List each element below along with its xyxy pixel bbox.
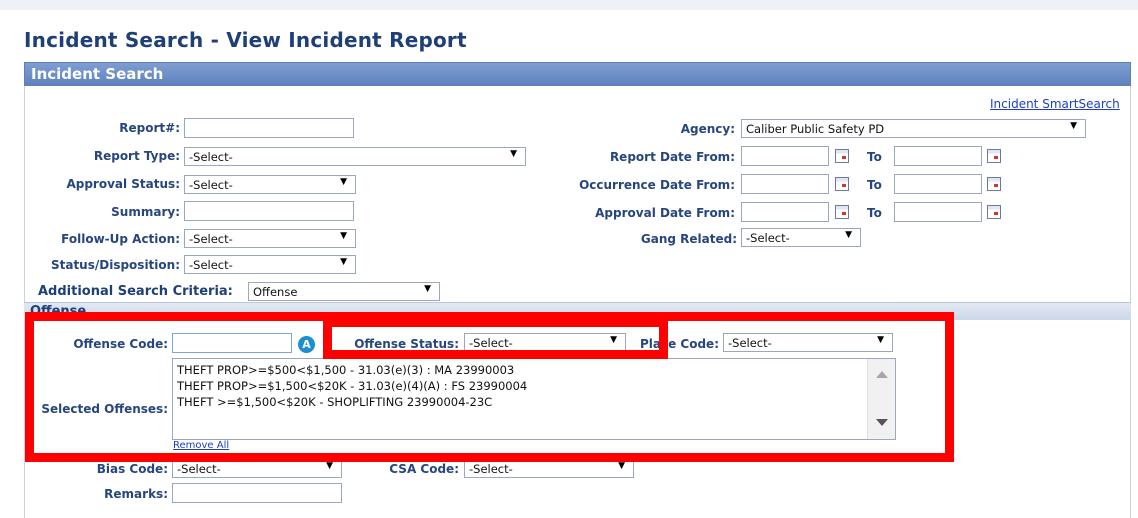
report-date-from-input[interactable] <box>741 146 829 166</box>
calendar-icon[interactable] <box>835 205 849 219</box>
report-type-label: Report Type: <box>93 149 180 163</box>
occurrence-date-from-input[interactable] <box>741 174 829 194</box>
approval-status-value: -Select- <box>189 178 233 192</box>
report-no-label: Report#: <box>119 121 180 135</box>
report-type-select[interactable]: -Select- ▼ <box>184 147 526 166</box>
follow-up-action-label: Follow-Up Action: <box>61 232 180 246</box>
chevron-down-icon: ▼ <box>1070 121 1077 131</box>
top-strip <box>0 0 1138 10</box>
chevron-down-icon: ▼ <box>340 231 347 241</box>
approval-status-label: Approval Status: <box>66 177 180 191</box>
chevron-down-icon: ▼ <box>618 461 625 471</box>
additional-criteria-label: Additional Search Criteria: <box>38 284 233 299</box>
calendar-icon[interactable] <box>835 177 849 191</box>
summary-input[interactable] <box>184 201 354 221</box>
bias-code-value: -Select- <box>177 462 221 476</box>
chevron-down-icon: ▼ <box>340 257 347 267</box>
approval-status-select[interactable]: -Select- ▼ <box>184 175 356 194</box>
status-disposition-value: -Select- <box>189 258 233 272</box>
additional-criteria-value: Offense <box>253 285 298 299</box>
calendar-icon[interactable] <box>987 149 1001 163</box>
approval-date-from-input[interactable] <box>741 202 829 222</box>
status-disposition-select[interactable]: -Select- ▼ <box>184 255 356 274</box>
chevron-down-icon: ▼ <box>340 177 347 187</box>
agency-label: Agency: <box>680 122 735 136</box>
occurrence-date-to-input[interactable] <box>894 174 982 194</box>
report-type-value: -Select- <box>189 150 233 164</box>
highlight-box-offense-status <box>323 318 668 359</box>
follow-up-action-value: -Select- <box>189 232 233 246</box>
summary-label: Summary: <box>111 205 180 219</box>
additional-criteria-select[interactable]: Offense ▼ <box>248 282 440 301</box>
remarks-input[interactable] <box>172 483 342 503</box>
calendar-icon[interactable] <box>987 177 1001 191</box>
chevron-down-icon: ▼ <box>845 230 852 240</box>
gang-related-select[interactable]: -Select- ▼ <box>741 228 861 247</box>
follow-up-action-select[interactable]: -Select- ▼ <box>184 229 356 248</box>
report-date-to-input[interactable] <box>894 146 982 166</box>
panel-header: Incident Search <box>24 62 1131 86</box>
report-date-from-label: Report Date From: <box>609 150 735 164</box>
csa-code-label: CSA Code: <box>389 462 459 476</box>
approval-date-from-label: Approval Date From: <box>595 206 735 220</box>
occurrence-date-to-label: To <box>867 178 882 192</box>
agency-value: Caliber Public Safety PD <box>746 122 885 136</box>
approval-date-to-label: To <box>867 206 882 220</box>
approval-date-to-input[interactable] <box>894 202 982 222</box>
chevron-down-icon: ▼ <box>510 149 517 159</box>
report-date-to-label: To <box>867 150 882 164</box>
occurrence-date-from-label: Occurrence Date From: <box>579 178 735 192</box>
page-title: Incident Search - View Incident Report <box>24 28 467 52</box>
calendar-icon[interactable] <box>987 205 1001 219</box>
report-no-input[interactable] <box>184 118 354 138</box>
csa-code-value: -Select- <box>469 462 513 476</box>
bias-code-label: Bias Code: <box>96 462 168 476</box>
gang-related-label: Gang Related: <box>640 232 737 246</box>
status-disposition-label: Status/Disposition: <box>50 258 180 272</box>
agency-select[interactable]: Caliber Public Safety PD ▼ <box>741 119 1086 138</box>
chevron-down-icon: ▼ <box>424 284 431 294</box>
remarks-label: Remarks: <box>104 487 168 501</box>
calendar-icon[interactable] <box>835 149 849 163</box>
chevron-down-icon: ▼ <box>326 461 333 471</box>
gang-related-value: -Select- <box>746 231 790 245</box>
incident-smartsearch-link[interactable]: Incident SmartSearch <box>990 97 1120 111</box>
